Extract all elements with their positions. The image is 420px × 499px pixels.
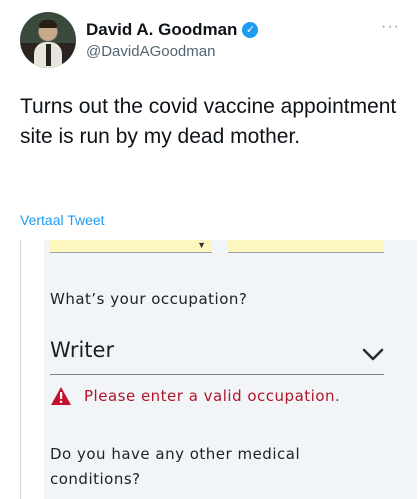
display-name[interactable]: David A. Goodman xyxy=(86,20,237,40)
avatar[interactable] xyxy=(20,12,76,68)
tweet-media[interactable]: ▼ What’s your occupation? Writer Please … xyxy=(20,240,417,499)
verified-badge-icon: ✓ xyxy=(242,22,259,38)
tweet-text: Turns out the covid vaccine appointment … xyxy=(20,95,397,148)
warning-triangle-icon xyxy=(51,387,71,405)
dropdown-field-partial: ▼ xyxy=(50,240,212,253)
chevron-down-icon xyxy=(362,348,384,361)
caret-down-icon: ▼ xyxy=(197,240,206,250)
medical-conditions-question: Do you have any other medical conditions… xyxy=(50,445,301,488)
tweet-header: David A. Goodman ✓ @DavidAGoodman ··· xyxy=(20,12,400,72)
name-row: David A. Goodman ✓ xyxy=(86,20,259,40)
more-options-icon[interactable]: ··· xyxy=(381,18,400,36)
text-field-partial xyxy=(228,240,384,253)
occupation-select: Writer xyxy=(50,330,384,375)
occupation-value: Writer xyxy=(50,338,115,362)
error-message: Please enter a valid occupation. xyxy=(84,387,341,405)
avatar-tie xyxy=(46,44,51,66)
user-handle[interactable]: @DavidAGoodman xyxy=(86,43,215,60)
translate-tweet-link[interactable]: Vertaal Tweet xyxy=(20,212,105,228)
media-left-rail xyxy=(20,240,21,499)
avatar-hair xyxy=(39,20,57,28)
occupation-question: What’s your occupation? xyxy=(50,290,248,308)
form-screenshot: ▼ What’s your occupation? Writer Please … xyxy=(44,240,417,499)
error-row: Please enter a valid occupation. xyxy=(50,386,340,406)
